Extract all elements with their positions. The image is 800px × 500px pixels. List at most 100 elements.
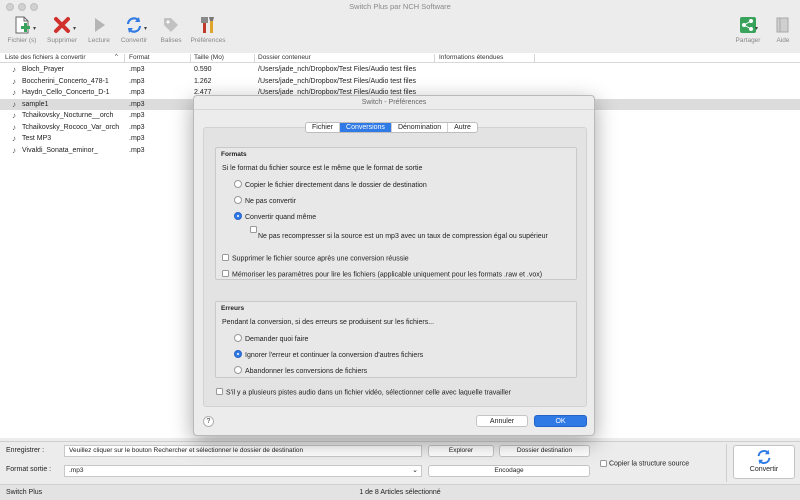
radio-convert-anyway[interactable] <box>234 212 242 220</box>
encoding-button[interactable]: Encodage <box>428 465 590 477</box>
sort-ascending-icon[interactable]: ^ <box>115 54 118 60</box>
cancel-button[interactable]: Annuler <box>476 415 528 427</box>
help-toolbar-button[interactable]: Aide <box>770 14 796 52</box>
formats-question: Si le format du fichier source est le mê… <box>222 165 423 172</box>
share-dropdown-icon[interactable]: ▾ <box>755 25 758 32</box>
title-bar: Switch Plus par NCH Software <box>0 0 800 14</box>
option-ignore-errors[interactable]: Ignorer l'erreur et continuer la convers… <box>234 350 423 359</box>
output-format-select[interactable]: .mp3 ⌄ <box>64 465 422 477</box>
delete-source-checkbox[interactable] <box>222 254 229 261</box>
delete-button[interactable]: Supprimer <box>44 14 80 52</box>
play-icon <box>95 18 105 32</box>
help-toolbar-label: Aide <box>776 37 790 44</box>
tab-autre[interactable]: Autre <box>448 123 477 132</box>
file-format: .mp3 <box>129 135 145 142</box>
option-abort[interactable]: Abandonner les conversions de fichiers <box>234 366 367 375</box>
add-file-dropdown-icon[interactable]: ▾ <box>33 25 36 32</box>
convert-toolbar-button[interactable]: Convertir <box>116 14 152 52</box>
file-format: .mp3 <box>129 146 145 154</box>
multi-track-checkbox[interactable] <box>216 388 223 395</box>
status-selection: 1 de 8 Articles sélectionné <box>359 489 441 496</box>
destination-field[interactable]: Veuillez cliquer sur le bouton Recherche… <box>64 445 422 457</box>
column-divider[interactable] <box>124 54 125 62</box>
convert-icon <box>126 17 142 33</box>
column-divider[interactable] <box>254 54 255 62</box>
radio-copy-directly[interactable] <box>234 180 242 188</box>
status-bar: Switch Plus 1 de 8 Articles sélectionné <box>0 484 800 500</box>
option-ask[interactable]: Demander quoi faire <box>234 334 308 343</box>
option-remember-settings[interactable]: Mémoriser les paramètres pour lire les f… <box>222 270 542 278</box>
multi-track-label: S'il y a plusieurs pistes audio dans un … <box>226 389 511 397</box>
help-button[interactable]: ? <box>203 416 214 427</box>
radio-ask[interactable] <box>234 334 242 342</box>
close-window-button[interactable] <box>6 3 14 11</box>
option-copy-directly[interactable]: Copier le fichier directement dans le do… <box>234 180 427 189</box>
minimize-window-button[interactable] <box>18 3 26 11</box>
delete-dropdown-icon[interactable]: ▾ <box>73 25 76 32</box>
option-convert-anyway[interactable]: Convertir quand même <box>234 212 316 221</box>
errors-question: Pendant la conversion, si des erreurs se… <box>222 319 435 326</box>
header-size[interactable]: Taille (Mo) <box>194 54 224 61</box>
header-format[interactable]: Format <box>129 54 150 61</box>
option-no-convert-label: Ne pas convertir <box>245 197 296 205</box>
option-delete-source[interactable]: Supprimer le fichier source après une co… <box>222 254 409 263</box>
file-size: 1.262 <box>194 77 212 85</box>
zoom-window-button[interactable] <box>30 3 38 11</box>
conversions-tab-panel: Formats Si le format du fichier source e… <box>203 127 587 407</box>
copy-structure-label: Copier la structure source <box>608 460 690 468</box>
destination-folder-button[interactable]: Dossier destination <box>499 445 590 457</box>
header-info[interactable]: Informations étendues <box>439 54 503 61</box>
audio-file-icon: ♪ <box>12 99 16 109</box>
copy-structure-checkbox[interactable] <box>600 460 607 467</box>
header-name[interactable]: Liste des fichiers à convertir <box>5 54 86 61</box>
ok-button[interactable]: OK <box>534 415 587 427</box>
option-multi-track[interactable]: S'il y a plusieurs pistes audio dans un … <box>216 388 511 397</box>
header-folder[interactable]: Dossier conteneur <box>258 54 311 61</box>
play-button[interactable]: Lecture <box>84 14 114 52</box>
file-name: Bloch_Prayer <box>22 66 65 73</box>
file-row[interactable]: ♪ Boccherini_Concerto_478-1 .mp3 1.262 /… <box>0 76 800 88</box>
chevron-down-icon: ⌄ <box>412 467 418 474</box>
tags-label: Balises <box>160 37 182 44</box>
dialog-title: Switch - Préférences <box>194 96 594 110</box>
file-name: Tchaikovsky_Rococo_Var_orch <box>22 123 120 131</box>
toolbar: Fichier (s) ▾ Supprimer ▾ Lecture Conver… <box>0 14 800 52</box>
tab-fichier[interactable]: Fichier <box>306 123 341 132</box>
file-format: .mp3 <box>129 100 145 108</box>
file-name: Tchaikovsky_Nocturne__orch <box>22 112 114 119</box>
no-recompress-checkbox[interactable] <box>250 226 257 233</box>
convert-button[interactable]: Convertir <box>733 445 795 479</box>
preferences-button[interactable]: Préférences <box>189 14 227 52</box>
radio-no-convert[interactable] <box>234 196 242 204</box>
radio-abort[interactable] <box>234 366 242 374</box>
tab-denomination[interactable]: Dénomination <box>392 123 449 132</box>
convert-dropdown-icon[interactable]: ▾ <box>144 25 147 32</box>
tags-button[interactable]: Balises <box>156 14 186 52</box>
column-divider[interactable] <box>190 54 191 62</box>
output-settings-panel: Enregistrer : Veuillez cliquer sur le bo… <box>0 441 800 484</box>
tag-icon <box>164 18 178 32</box>
remember-settings-checkbox[interactable] <box>222 270 229 277</box>
output-format-label: Format sortie : <box>6 466 52 473</box>
file-name: Test MP3 <box>22 135 52 142</box>
no-recompress-label: Ne pas recompresser si la source est un … <box>258 233 548 240</box>
file-folder: /Users/jade_nch/Dropbox/Test Files/Audio… <box>258 77 416 85</box>
convert-toolbar-label: Convertir <box>120 37 148 44</box>
share-button[interactable]: Partager <box>733 14 763 52</box>
file-name: Boccherini_Concerto_478-1 <box>22 77 109 85</box>
option-copy-directly-label: Copier le fichier directement dans le do… <box>245 181 427 189</box>
option-no-convert[interactable]: Ne pas convertir <box>234 196 296 205</box>
tab-conversions[interactable]: Conversions <box>340 123 392 132</box>
file-row[interactable]: ♪ Bloch_Prayer .mp3 0.590 /Users/jade_nc… <box>0 64 800 76</box>
add-file-icon <box>15 16 30 34</box>
add-file-button[interactable]: Fichier (s) <box>4 14 40 52</box>
column-divider[interactable] <box>434 54 435 62</box>
file-format: .mp3 <box>129 77 145 85</box>
browse-button[interactable]: Explorer <box>428 445 494 457</box>
copy-structure-option[interactable]: Copier la structure source <box>600 460 689 467</box>
file-format: .mp3 <box>129 123 145 131</box>
audio-file-icon: ♪ <box>12 122 16 132</box>
radio-ignore-errors[interactable] <box>234 350 242 358</box>
column-divider[interactable] <box>534 54 535 62</box>
delete-source-label: Supprimer le fichier source après une co… <box>232 255 409 263</box>
